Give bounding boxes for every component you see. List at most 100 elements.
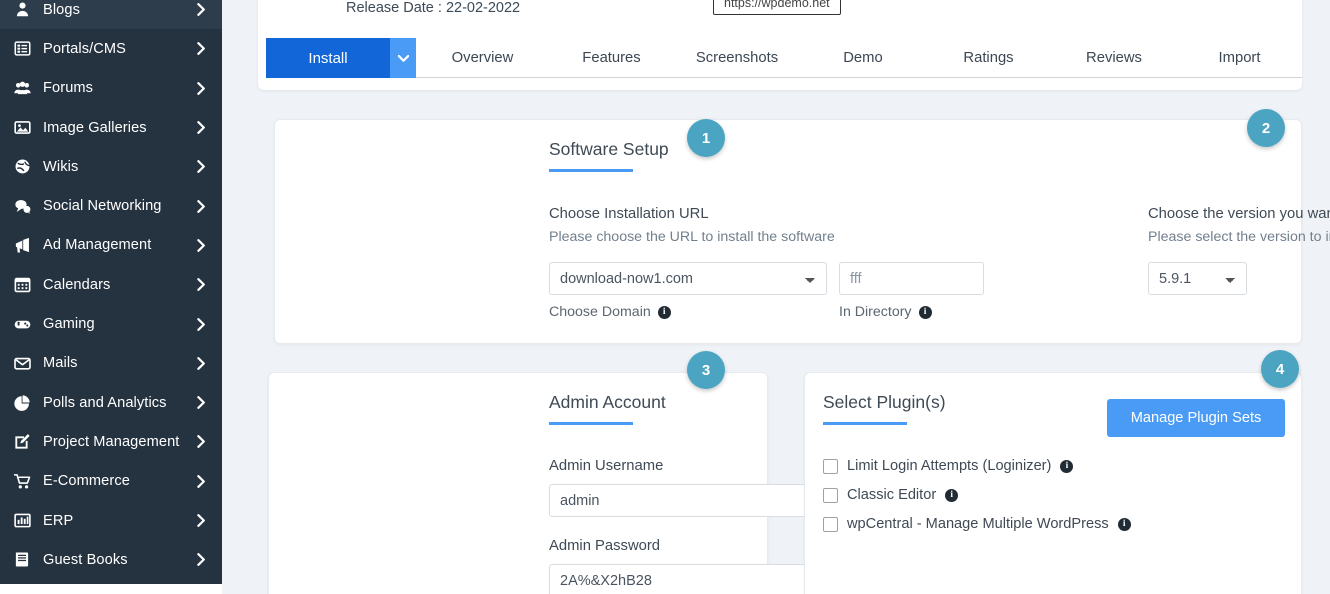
tab-bar: Install Overview Features Screenshots De… bbox=[266, 38, 1302, 78]
title-underline bbox=[823, 422, 907, 425]
plugin-checkbox-list: Limit Login Attempts (Loginizer) i Classic… bbox=[823, 458, 1131, 545]
install-button[interactable]: Install bbox=[266, 38, 416, 78]
sidebar-item-blogs[interactable]: Blogs bbox=[0, 0, 222, 30]
edit-square-icon bbox=[14, 433, 40, 450]
sidebar-item-image-galleries[interactable]: Image Galleries bbox=[0, 108, 222, 147]
step-badge-2: 2 bbox=[1247, 109, 1285, 147]
sidebar-item-calendars[interactable]: Calendars bbox=[0, 265, 222, 304]
chevron-right-icon bbox=[194, 160, 208, 174]
book-icon bbox=[14, 551, 40, 568]
sidebar: Blogs Portals/CMS Forums Image Galleries Wik… bbox=[0, 0, 222, 584]
tab-features[interactable]: Features bbox=[549, 38, 674, 77]
install-button-label[interactable]: Install bbox=[266, 38, 390, 78]
plugin-row[interactable]: Classic Editor i bbox=[823, 487, 1131, 503]
software-setup-card: Software Setup Custom Install Choose Ins… bbox=[274, 119, 1330, 344]
tab-screenshots[interactable]: Screenshots bbox=[674, 38, 800, 77]
sidebar-item-gaming[interactable]: Gaming bbox=[0, 304, 222, 343]
sidebar-item-ad-management[interactable]: Ad Management bbox=[0, 226, 222, 265]
demo-url-chip[interactable]: https://wpdemo.net bbox=[713, 0, 841, 15]
sidebar-item-label: Portals/CMS bbox=[43, 40, 127, 57]
chat-bubbles-icon bbox=[14, 198, 40, 215]
sidebar-item-wikis[interactable]: Wikis bbox=[0, 147, 222, 186]
sidebar-item-portals-cms[interactable]: Portals/CMS bbox=[0, 29, 222, 68]
sidebar-item-label: Social Networking bbox=[43, 198, 162, 215]
globe-icon bbox=[14, 158, 40, 175]
chevron-down-icon[interactable] bbox=[390, 38, 416, 78]
title-underline bbox=[549, 422, 633, 425]
sidebar-item-project-management[interactable]: Project Management bbox=[0, 422, 222, 461]
sidebar-item-label: Forums bbox=[43, 80, 94, 97]
sidebar-item-label: Mails bbox=[43, 355, 78, 372]
info-icon[interactable]: i bbox=[1117, 517, 1131, 531]
plugin-row[interactable]: wpCentral - Manage Multiple WordPress i bbox=[823, 516, 1131, 532]
step-badge-3: 3 bbox=[687, 351, 725, 389]
chevron-right-icon bbox=[194, 553, 208, 567]
installation-url-heading: Choose Installation URL bbox=[549, 206, 709, 222]
main-content: Release Date : 22-02-2022 https://wpdemo… bbox=[258, 0, 1330, 594]
version-select[interactable]: 5.9.1 bbox=[1148, 262, 1247, 295]
step-badge-4: 4 bbox=[1261, 350, 1299, 388]
user-icon bbox=[14, 1, 40, 18]
sidebar-item-label: Blogs bbox=[43, 1, 81, 18]
manage-plugin-sets-button[interactable]: Manage Plugin Sets bbox=[1107, 399, 1285, 437]
tab-ratings[interactable]: Ratings bbox=[926, 38, 1051, 77]
plugin-label: Limit Login Attempts (Loginizer) bbox=[847, 458, 1052, 474]
sidebar-item-mails[interactable]: Mails bbox=[0, 344, 222, 383]
sidebar-item-e-commerce[interactable]: E-Commerce bbox=[0, 462, 222, 501]
sidebar-item-label: Image Galleries bbox=[43, 119, 147, 136]
chevron-right-icon bbox=[194, 81, 208, 95]
in-directory-input[interactable] bbox=[839, 262, 984, 295]
sidebar-item-guest-books[interactable]: Guest Books bbox=[0, 540, 222, 579]
sidebar-item-forums[interactable]: Forums bbox=[0, 69, 222, 108]
version-sub: Please select the version to install. bbox=[1148, 229, 1330, 245]
chevron-right-icon bbox=[194, 317, 208, 331]
sidebar-item-label: Wikis bbox=[43, 158, 79, 175]
sidebar-item-label: Calendars bbox=[43, 276, 111, 293]
plugin-checkbox[interactable] bbox=[823, 458, 838, 474]
installation-url-sub: Please choose the URL to install the sof… bbox=[549, 229, 835, 245]
plugin-label: Classic Editor bbox=[847, 487, 937, 503]
version-heading: Choose the version you want to install bbox=[1148, 206, 1330, 222]
tab-reviews[interactable]: Reviews bbox=[1051, 38, 1177, 77]
gamepad-icon bbox=[14, 316, 40, 333]
calendar-icon bbox=[14, 276, 40, 293]
info-icon[interactable]: i bbox=[945, 488, 959, 502]
pie-chart-icon bbox=[14, 394, 40, 412]
chevron-right-icon bbox=[194, 514, 208, 527]
in-directory-hint-label: In Directory bbox=[839, 304, 912, 320]
tab-overview[interactable]: Overview bbox=[416, 38, 549, 77]
sidebar-item-polls-and-analytics[interactable]: Polls and Analytics bbox=[0, 383, 222, 422]
info-icon[interactable]: i bbox=[1060, 459, 1074, 473]
in-directory-hint: In Directory i bbox=[839, 304, 932, 320]
sidebar-item-label: ERP bbox=[43, 512, 74, 529]
plugin-label: wpCentral - Manage Multiple WordPress bbox=[847, 516, 1109, 532]
bar-chart-icon bbox=[14, 512, 40, 529]
info-icon[interactable]: i bbox=[918, 305, 932, 319]
list-grid-icon bbox=[14, 40, 40, 57]
chevron-right-icon bbox=[194, 278, 208, 292]
plugin-checkbox[interactable] bbox=[823, 516, 838, 532]
software-setup-title: Software Setup bbox=[549, 139, 669, 159]
plugin-checkbox[interactable] bbox=[823, 487, 838, 503]
info-icon[interactable]: i bbox=[657, 305, 671, 319]
users-group-icon bbox=[14, 80, 40, 97]
sidebar-gutter bbox=[222, 0, 258, 594]
sidebar-item-customer-support[interactable]: Customer Support bbox=[0, 579, 222, 584]
choose-domain-select[interactable]: download-now1.com bbox=[549, 262, 827, 295]
plugin-row[interactable]: Limit Login Attempts (Loginizer) i bbox=[823, 458, 1131, 474]
select-plugins-card: Select Plugin(s) Manage Plugin Sets Limi… bbox=[804, 372, 1302, 594]
chevron-right-icon bbox=[194, 435, 208, 449]
sidebar-item-label: Guest Books bbox=[43, 551, 128, 568]
sidebar-item-social-networking[interactable]: Social Networking bbox=[0, 186, 222, 225]
select-plugins-title: Select Plugin(s) bbox=[823, 392, 946, 412]
sidebar-item-label: E-Commerce bbox=[43, 473, 130, 490]
tab-import[interactable]: Import bbox=[1177, 38, 1302, 77]
tab-demo[interactable]: Demo bbox=[800, 38, 926, 77]
sidebar-item-label: Project Management bbox=[43, 433, 180, 450]
sidebar-item-label: Polls and Analytics bbox=[43, 394, 167, 411]
sidebar-item-erp[interactable]: ERP bbox=[0, 501, 222, 540]
release-date: Release Date : 22-02-2022 bbox=[346, 0, 521, 16]
chevron-right-icon bbox=[194, 121, 208, 134]
image-icon bbox=[14, 119, 40, 136]
chevron-right-icon bbox=[194, 42, 208, 56]
